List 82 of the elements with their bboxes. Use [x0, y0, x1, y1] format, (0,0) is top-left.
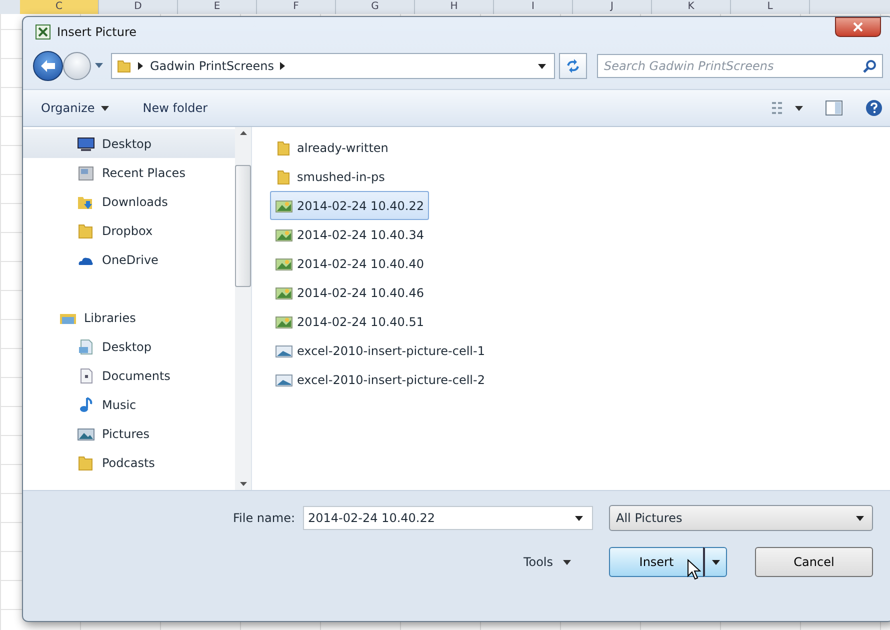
- dropdown-arrow-icon: [712, 560, 720, 564]
- dropdown-arrow-icon: [100, 106, 109, 110]
- file-item[interactable]: 2014-02-24 10.40.34: [270, 220, 429, 249]
- address-bar[interactable]: Gadwin PrintScreens: [111, 53, 555, 79]
- nav-item[interactable]: Desktop: [23, 129, 235, 158]
- desktop-icon: [77, 136, 95, 152]
- insert-button[interactable]: Insert: [609, 547, 703, 577]
- file-item[interactable]: smushed-in-ps: [270, 162, 390, 191]
- tools-menu[interactable]: Tools: [517, 554, 577, 570]
- column-header: E: [178, 0, 257, 14]
- cancel-button[interactable]: Cancel: [755, 547, 873, 577]
- file-item[interactable]: excel-2010-insert-picture-cell-2: [270, 365, 490, 394]
- window-title: Insert Picture: [57, 25, 136, 39]
- column-header: J: [573, 0, 652, 14]
- insert-options-button[interactable]: [703, 547, 727, 577]
- column-header: F: [257, 0, 336, 14]
- organize-menu[interactable]: Organize: [33, 97, 117, 119]
- column-header: K: [652, 0, 731, 14]
- column-header: D: [99, 0, 178, 14]
- back-arrow-icon: [40, 59, 56, 73]
- file-name-label: File name:: [233, 511, 295, 525]
- nav-item[interactable]: Desktop: [23, 332, 235, 361]
- file-item[interactable]: 2014-02-24 10.40.46: [270, 278, 429, 307]
- refresh-icon: [565, 59, 581, 73]
- nav-item[interactable]: Documents: [23, 361, 235, 390]
- column-header: C: [20, 0, 99, 14]
- dropdown-arrow-icon: [538, 64, 546, 68]
- image-file-icon: [275, 198, 293, 214]
- music-icon: [77, 396, 95, 412]
- column-header: G: [336, 0, 415, 14]
- file-name-field[interactable]: 2014-02-24 10.40.22: [303, 506, 593, 530]
- pictures-icon: [77, 426, 95, 442]
- help-icon[interactable]: [865, 99, 883, 117]
- nav-item[interactable]: Pictures: [23, 419, 235, 448]
- image-file-icon: [275, 342, 293, 358]
- file-item[interactable]: 2014-02-24 10.40.51: [270, 307, 429, 336]
- file-item[interactable]: already-written: [270, 133, 394, 162]
- nav-item[interactable]: Libraries: [23, 303, 235, 332]
- close-button[interactable]: [835, 17, 881, 37]
- image-file-icon: [275, 284, 293, 300]
- close-icon: [853, 22, 863, 32]
- scroll-up-icon: [240, 131, 246, 135]
- column-header: I: [494, 0, 573, 14]
- dropdown-arrow-icon: [856, 516, 864, 520]
- image-file-icon: [275, 314, 293, 330]
- excel-icon: [35, 24, 51, 40]
- nav-item[interactable]: Downloads: [23, 187, 235, 216]
- file-item[interactable]: 2014-02-24 10.40.22: [270, 191, 429, 220]
- dropdown-arrow-icon: [563, 560, 571, 564]
- folder-icon: [116, 58, 132, 74]
- file-item[interactable]: excel-2010-insert-picture-cell-1: [270, 336, 490, 365]
- scrollbar[interactable]: [235, 127, 251, 490]
- column-header: H: [415, 0, 494, 14]
- mouse-pointer-icon: [687, 559, 701, 581]
- nav-item[interactable]: Dropbox: [23, 216, 235, 245]
- breadcrumb[interactable]: Gadwin PrintScreens: [150, 59, 274, 73]
- folder-icon: [77, 222, 95, 238]
- nav-item[interactable]: Music: [23, 390, 235, 419]
- column-header: L: [731, 0, 810, 14]
- refresh-button[interactable]: [559, 53, 587, 79]
- image-file-icon: [275, 372, 293, 388]
- dropdown-arrow-icon: [575, 516, 583, 521]
- folder-icon: [77, 454, 95, 470]
- file-type-dropdown[interactable]: All Pictures: [609, 505, 873, 531]
- scroll-down-icon: [240, 482, 246, 486]
- dropdown-arrow-icon[interactable]: [795, 106, 803, 110]
- nav-item[interactable]: Recent Places: [23, 158, 235, 187]
- preview-pane-icon[interactable]: [825, 100, 843, 116]
- chevron-icon: [280, 62, 286, 70]
- dropdown-arrow-icon[interactable]: [95, 63, 103, 69]
- nav-item[interactable]: Podcasts: [23, 448, 235, 477]
- image-file-icon: [275, 256, 293, 272]
- back-button[interactable]: [33, 51, 63, 81]
- desktop-doc-icon: [77, 338, 95, 354]
- nav-item[interactable]: OneDrive: [23, 245, 235, 274]
- new-folder-button[interactable]: New folder: [134, 97, 216, 119]
- search-icon: [863, 59, 877, 73]
- image-file-icon: [275, 226, 293, 242]
- search-field[interactable]: Search Gadwin PrintScreens: [597, 54, 883, 78]
- chevron-icon: [138, 62, 144, 70]
- file-item[interactable]: 2014-02-24 10.40.40: [270, 249, 429, 278]
- recent-icon: [77, 164, 95, 180]
